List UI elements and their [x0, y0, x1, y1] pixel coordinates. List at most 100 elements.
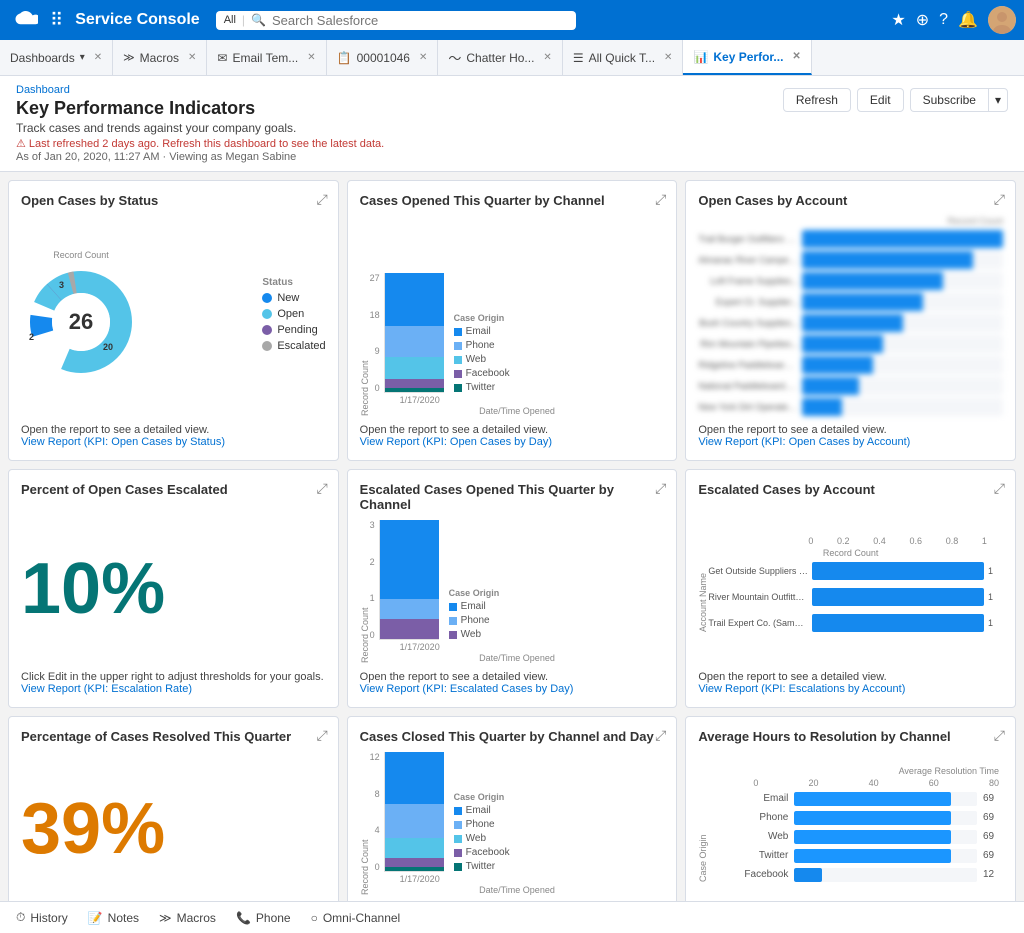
esc-bar-track-1 [812, 562, 984, 580]
edit-button[interactable]: Edit [857, 88, 904, 112]
expand-icon-cases-channel[interactable]: ⤢ [655, 191, 666, 208]
subscribe-button[interactable]: Subscribe [910, 88, 988, 112]
bottom-bar-phone-label: Phone [256, 911, 291, 925]
tab-macros[interactable]: ≫ Macros ✕ [113, 40, 207, 75]
expand-icon-open-cases-account[interactable]: ⤢ [994, 191, 1005, 208]
bottom-bar-phone[interactable]: 📞 Phone [236, 911, 291, 925]
avg-bar-row-facebook: Facebook 12 [708, 868, 1003, 882]
tab-email-icon: ✉ [217, 51, 227, 65]
tab-macros-icon: ≫ [123, 51, 135, 64]
salesforce-logo [8, 5, 38, 35]
account-bar-fill-1 [802, 230, 1003, 248]
search-filter-dropdown[interactable]: All [224, 14, 236, 26]
tab-case-close[interactable]: ✕ [419, 52, 427, 63]
notes-icon: 📝 [88, 911, 103, 925]
esc-account-row-3: Trail Expert Co. (Sample) 1 [708, 614, 1003, 632]
card-footer-escalated-channel: Open the report to see a detailed view. … [360, 663, 665, 695]
y-tick-27: 27 [370, 273, 380, 283]
expand-icon-avg-hours[interactable]: ⤢ [994, 727, 1005, 744]
legend-web-channel: Web [454, 354, 510, 365]
card-title-escalated-account: Escalated Cases by Account [698, 482, 1003, 497]
avg-bar-val-facebook: 12 [983, 869, 1003, 880]
notification-icon[interactable]: 🔔 [958, 10, 978, 30]
tab-email-template[interactable]: ✉ Email Tem... ✕ [207, 40, 326, 75]
cases-channel-bars-wrapper: 27 18 9 0 [370, 216, 665, 393]
legend-title-case-origin-closed: Case Origin [454, 792, 510, 802]
esc-account-name-1: Get Outside Suppliers (… [708, 566, 808, 576]
avg-bar-label-facebook: Facebook [708, 869, 788, 880]
bottom-bar-history[interactable]: ⏱ History [16, 910, 68, 925]
legend-label-twitter: Twitter [466, 382, 495, 393]
tab-email-close[interactable]: ✕ [307, 52, 315, 63]
account-bar-track-1 [802, 230, 1003, 248]
donut-chart: 26 3 2 20 [21, 262, 141, 382]
legend-dot-escalated [262, 341, 272, 351]
card-title-cases-resolved: Percentage of Cases Resolved This Quarte… [21, 729, 326, 744]
tab-case-00001046[interactable]: 📋 00001046 ✕ [327, 40, 439, 75]
account-bar-track-7 [802, 356, 1003, 374]
subscribe-dropdown-button[interactable]: ▾ [988, 88, 1008, 112]
bottom-bar-omni[interactable]: ○ Omni-Channel [311, 911, 401, 925]
legend-sq-web [454, 356, 462, 364]
tab-all-quick[interactable]: ☰ All Quick T... ✕ [563, 40, 684, 75]
avg-bar-val-web: 69 [983, 831, 1003, 842]
bottom-bar-macros[interactable]: ≫ Macros [159, 911, 216, 925]
expand-icon-cases-resolved[interactable]: ⤢ [316, 727, 327, 744]
tab-chatter-close[interactable]: ✕ [543, 52, 551, 63]
tab-dashboards[interactable]: Dashboards ▾ ✕ [0, 40, 113, 75]
card-open-cases-status: Open Cases by Status ⤢ Record Count [8, 180, 339, 461]
card-footer-link-open-cases-status[interactable]: View Report (KPI: Open Cases by Status) [21, 436, 326, 448]
macros-icon: ≫ [159, 911, 172, 925]
esc-bar-val-2: 1 [988, 592, 1003, 602]
expand-icon-open-cases-status[interactable]: ⤢ [316, 191, 327, 208]
card-footer-link-open-cases-account[interactable]: View Report (KPI: Open Cases by Account) [698, 436, 1003, 448]
card-footer-link-cases-channel[interactable]: View Report (KPI: Open Cases by Day) [360, 436, 665, 448]
tab-keyperf-close[interactable]: ✕ [792, 51, 800, 62]
tab-allquick-close[interactable]: ✕ [664, 52, 672, 63]
help-icon[interactable]: ? [939, 11, 948, 29]
tab-dashboards-arrow[interactable]: ▾ [80, 52, 85, 63]
legend-title-case-origin: Case Origin [454, 313, 510, 323]
y-ticks-escalated-channel: 3 2 1 0 [370, 520, 379, 640]
legend-closed-facebook: Facebook [454, 847, 510, 858]
card-footer-link-escalated-channel[interactable]: View Report (KPI: Escalated Cases by Day… [360, 683, 665, 695]
esc-bar-fill-2 [812, 588, 984, 606]
tab-case-label: 00001046 [357, 51, 410, 65]
account-bar-fill-5 [802, 314, 902, 332]
legend-closed-email: Email [454, 805, 510, 816]
tab-dashboards-close[interactable]: ✕ [94, 52, 102, 63]
cases-channel-legend: Case Origin Email Phone Web Facebook Twi… [454, 313, 510, 393]
account-row-6: Rim Mountain Pipettes... [698, 335, 1003, 353]
tab-chatter-home[interactable]: 〜 Chatter Ho... ✕ [438, 40, 562, 75]
legend-dot-new [262, 293, 272, 303]
card-title-cases-channel: Cases Opened This Quarter by Channel [360, 193, 665, 208]
donut-container: Record Count [21, 216, 326, 416]
tab-chatter-icon: 〜 [448, 48, 461, 67]
bottom-bar-notes[interactable]: 📝 Notes [88, 911, 139, 925]
escalated-account-chart: 0 0.2 0.4 0.6 0.8 1 Record Count Account… [698, 505, 1003, 663]
closed-bar-web [385, 838, 444, 858]
favorites-icon[interactable]: ★ [891, 10, 905, 30]
card-title-cases-closed: Cases Closed This Quarter by Channel and… [360, 729, 665, 744]
x-axis-label-cases-closed: Date/Time Opened [370, 885, 665, 895]
card-footer-link-percent-escalated[interactable]: View Report (KPI: Escalation Rate) [21, 683, 326, 695]
avatar[interactable] [988, 6, 1016, 34]
tab-case-icon: 📋 [337, 51, 352, 65]
card-footer-percent-escalated: Click Edit in the upper right to adjust … [21, 663, 326, 695]
refresh-button[interactable]: Refresh [783, 88, 851, 112]
legend-sq-closed-email [454, 807, 462, 815]
expand-icon-percent-escalated[interactable]: ⤢ [316, 480, 327, 497]
legend-label-esc-web: Web [461, 629, 481, 640]
card-footer-link-escalated-account[interactable]: View Report (KPI: Escalations by Account… [698, 683, 1003, 695]
search-input[interactable] [272, 13, 568, 28]
avg-resolution-time-label: Average Resolution Time [698, 766, 1003, 776]
expand-icon-escalated-account[interactable]: ⤢ [994, 480, 1005, 497]
legend-label-web: Web [466, 354, 486, 365]
expand-icon-cases-closed[interactable]: ⤢ [655, 727, 666, 744]
tab-macros-close[interactable]: ✕ [188, 52, 196, 63]
legend-sq-closed-facebook [454, 849, 462, 857]
tab-key-perf[interactable]: 📊 Key Perfor... ✕ [683, 40, 811, 75]
expand-icon-escalated-channel[interactable]: ⤢ [655, 480, 666, 497]
add-widget-icon[interactable]: ⊕ [916, 10, 929, 30]
app-grid-icon[interactable]: ⠿ [46, 6, 67, 35]
